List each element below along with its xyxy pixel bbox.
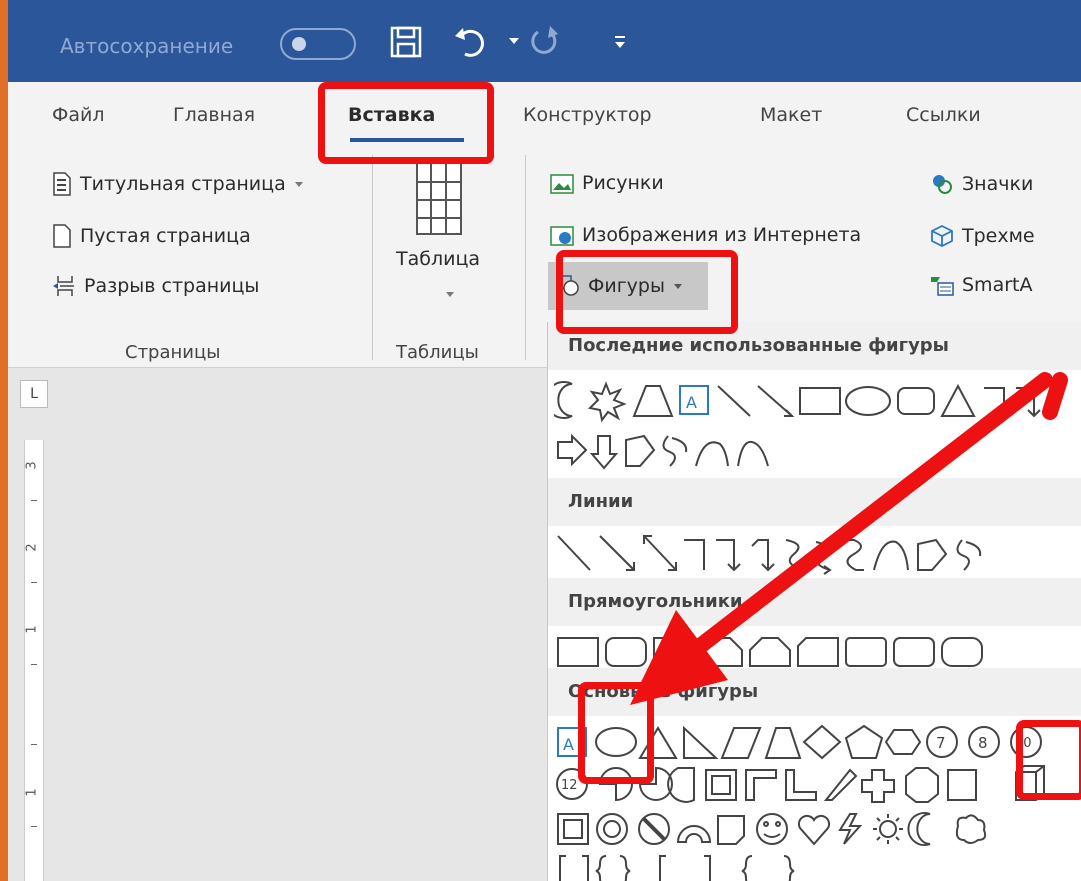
page-break-label: Разрыв страницы [84,275,260,297]
blank-page-button[interactable]: Пустая страница [52,224,251,248]
undo-dropdown-icon[interactable] [508,36,520,46]
ruler-tick [31,664,37,665]
icons-button[interactable]: Значки [930,172,1033,196]
lines-header: Линии [548,478,1081,526]
page-break-icon [53,276,74,296]
icons-icon [933,175,952,194]
customize-icon[interactable] [612,30,628,52]
blank-page-label: Пустая страница [80,225,251,247]
pictures-label: Рисунки [582,172,664,194]
autosave-label: Автосохранение [60,34,234,58]
svg-text:8: 8 [978,734,988,752]
rectangles-header: Прямоугольники [548,578,1081,626]
autosave-toggle[interactable] [280,28,356,60]
chevron-down-icon [294,182,303,187]
tab-references[interactable]: Ссылки [906,104,981,126]
smartart-label: SmartA [962,274,1033,296]
window-edge [0,0,8,881]
highlight-cube-shape [1016,720,1081,800]
ruler-tick [31,582,37,583]
group-label-pages: Страницы [125,342,221,363]
title-bar: Автосохранение [8,0,1081,82]
3d-models-button[interactable]: Трехме [930,224,1035,248]
cover-page-button[interactable]: Титульная страница [52,172,304,196]
picture-icon [550,174,574,194]
icons-label: Значки [962,173,1034,195]
table-icon[interactable] [415,160,463,236]
tab-layout[interactable]: Макет [760,104,822,126]
cube-icon [931,224,953,248]
online-pictures-button[interactable]: Изображения из Интернета [550,224,861,246]
group-label-tables: Таблицы [396,342,479,363]
ruler-tick [31,744,37,745]
save-icon[interactable] [386,22,426,62]
tab-file[interactable]: Файл [52,104,105,126]
smartart-icon [931,277,954,296]
page-break-button[interactable]: Разрыв страницы [52,274,259,298]
recent-shapes-row[interactable]: A [554,380,1081,480]
group-separator [372,155,373,360]
smartart-button[interactable]: SmartA [930,274,1032,296]
ruler-tick [31,500,37,501]
svg-text:A: A [563,735,574,754]
cover-page-label: Титульная страница [80,173,286,195]
chevron-down-icon [446,292,454,297]
vertical-ruler[interactable] [24,440,44,881]
tab-selector[interactable]: L [20,380,48,408]
pictures-button[interactable]: Рисунки [550,172,664,194]
ruler-number: 1 [24,625,40,634]
3d-models-label: Трехме [962,225,1035,247]
blank-page-icon [53,224,71,248]
ruler-number: 2 [24,543,40,552]
svg-text:7: 7 [936,734,946,752]
undo-icon[interactable] [451,22,491,62]
group-separator [525,155,526,360]
ruler-number: 1 [24,788,40,797]
ruler-number: 3 [24,461,40,470]
svg-text:A: A [686,393,697,412]
highlight-oval-shape [578,682,654,784]
highlight-insert-tab [318,82,494,164]
table-button-label[interactable]: Таблица [396,248,480,270]
online-picture-icon [550,226,574,246]
svg-text:12: 12 [561,778,578,793]
autosave-knob [292,37,306,51]
cover-page-icon [53,172,71,196]
shapes-dropdown: Последние использованные фигуры A Линии [547,322,1081,881]
online-pictures-label: Изображения из Интернета [582,224,862,246]
lines-row[interactable] [554,532,1081,576]
tab-home[interactable]: Главная [173,104,255,126]
tab-design[interactable]: Конструктор [523,104,652,126]
highlight-shapes-button [556,250,738,334]
redo-icon[interactable] [524,22,564,62]
ribbon-tabs: Файл Главная Вставка Конструктор Макет С… [8,82,1081,144]
ruler-tick [31,826,37,827]
